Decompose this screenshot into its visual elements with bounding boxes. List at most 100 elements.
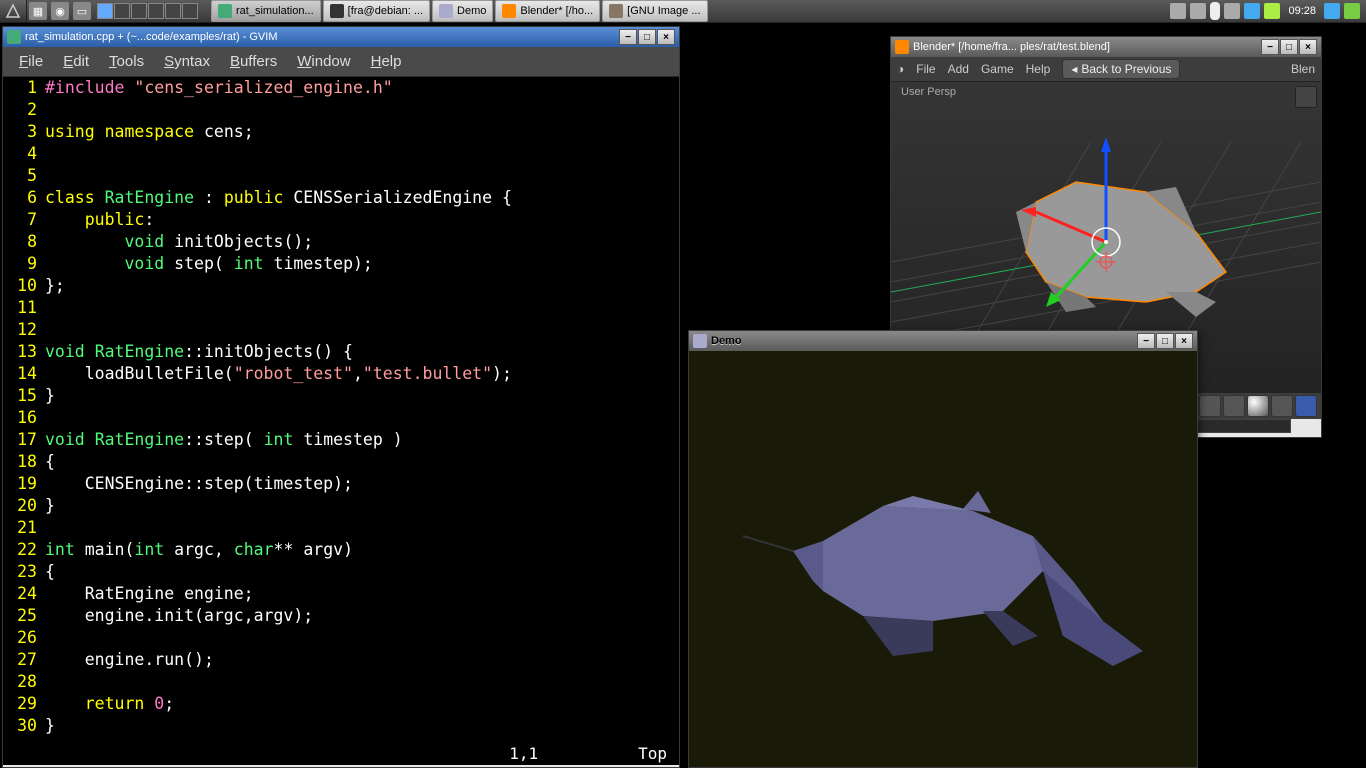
maximize-button[interactable]: □ [638,29,656,45]
task-label: [fra@debian: ... [348,5,423,17]
start-menu-icon[interactable] [0,0,27,22]
volume-icon[interactable] [1224,3,1240,19]
menu-file[interactable]: File [9,51,53,72]
line-number: 8 [3,231,45,253]
editor-area[interactable]: 1#include "cens_serialized_engine.h"23us… [3,77,679,765]
line-number: 2 [3,99,45,121]
temp-icon[interactable] [1210,2,1220,20]
wifi-icon[interactable] [1170,3,1186,19]
task-icon [502,4,516,18]
demo-viewport[interactable] [689,351,1197,767]
code-line: 9 void step( int timestep); [3,253,679,275]
maximize-button[interactable]: □ [1156,333,1174,349]
line-number: 20 [3,495,45,517]
menu-window[interactable]: Window [287,51,360,72]
code-content [45,407,679,429]
footer-btn[interactable] [1271,395,1293,417]
line-number: 7 [3,209,45,231]
taskbar-task[interactable]: rat_simulation... [211,0,321,22]
menu-add[interactable]: Add [948,62,969,76]
close-button[interactable]: × [1175,333,1193,349]
logout-icon[interactable] [1324,3,1340,19]
menu-help[interactable]: Help [361,51,412,72]
clock[interactable]: 09:28 [1284,5,1320,17]
minimize-button[interactable]: − [1261,39,1279,55]
menu-file[interactable]: File [916,62,935,76]
demo-titlebar[interactable]: Demo − □ × [689,331,1197,351]
code-line: 23{ [3,561,679,583]
filemanager-icon[interactable]: ▦ [29,2,47,20]
menu-tools[interactable]: Tools [99,51,154,72]
line-number: 10 [3,275,45,297]
code-line: 24 RatEngine engine; [3,583,679,605]
task-label: rat_simulation... [236,5,314,17]
minimize-button[interactable]: − [619,29,637,45]
code-content: engine.init(argc,argv); [45,605,679,627]
gvim-titlebar[interactable]: rat_simulation.cpp + (~...code/examples/… [3,27,679,47]
code-line: 20} [3,495,679,517]
task-icon [439,4,453,18]
code-line: 17void RatEngine::step( int timestep ) [3,429,679,451]
code-line: 25 engine.init(argc,argv); [3,605,679,627]
taskbar-task[interactable]: Demo [432,0,493,22]
code-line: 12 [3,319,679,341]
code-line: 15} [3,385,679,407]
battery-icon[interactable] [1264,3,1280,19]
scene-label[interactable]: Blen [1291,62,1315,76]
code-content: int main(int argc, char** argv) [45,539,679,561]
network-icon[interactable] [1190,3,1206,19]
viewport-plus-icon[interactable] [1295,86,1317,108]
line-number: 22 [3,539,45,561]
footer-btn[interactable] [1223,395,1245,417]
task-label: Blender* [/ho... [520,5,593,17]
browser-icon[interactable]: ◉ [51,2,69,20]
blender-titlebar[interactable]: Blender* [/home/fra... ples/rat/test.ble… [891,37,1321,57]
close-button[interactable]: × [1299,39,1317,55]
line-number: 6 [3,187,45,209]
pager[interactable] [93,3,202,19]
menu-buffers[interactable]: Buffers [220,51,287,72]
code-content: using namespace cens; [45,121,679,143]
code-content: loadBulletFile("robot_test","test.bullet… [45,363,679,385]
task-icon [609,4,623,18]
taskbar-task[interactable]: Blender* [/ho... [495,0,600,22]
footer-btn[interactable] [1295,395,1317,417]
back-button[interactable]: ◂Back to Previous [1062,59,1180,79]
taskbar-task[interactable]: [fra@debian: ... [323,0,430,22]
code-content: void step( int timestep); [45,253,679,275]
line-number: 3 [3,121,45,143]
close-button[interactable]: × [657,29,675,45]
desktop-icon[interactable]: ▭ [73,2,91,20]
line-number: 17 [3,429,45,451]
code-line: 11 [3,297,679,319]
taskbar-task[interactable]: [GNU Image ... [602,0,707,22]
maximize-button[interactable]: □ [1280,39,1298,55]
task-label: [GNU Image ... [627,5,700,17]
minimize-button[interactable]: − [1137,333,1155,349]
shading-sphere-icon[interactable] [1247,395,1269,417]
line-number: 16 [3,407,45,429]
menu-syntax[interactable]: Syntax [154,51,220,72]
menu-edit[interactable]: Edit [53,51,99,72]
code-content: public: [45,209,679,231]
line-number: 13 [3,341,45,363]
footer-btn[interactable] [1199,395,1221,417]
code-content [45,143,679,165]
menu-game[interactable]: Game [981,62,1014,76]
code-content: engine.run(); [45,649,679,671]
code-line: 29 return 0; [3,693,679,715]
exit-icon[interactable] [1344,3,1360,19]
editor-type-icon[interactable]: ◑ [897,62,904,76]
code-content: return 0; [45,693,679,715]
gvim-window: rat_simulation.cpp + (~...code/examples/… [2,26,680,768]
update-icon[interactable] [1244,3,1260,19]
code-line: 22int main(int argc, char** argv) [3,539,679,561]
code-content [45,99,679,121]
code-line: 27 engine.run(); [3,649,679,671]
line-number: 9 [3,253,45,275]
code-line: 19 CENSEngine::step(timestep); [3,473,679,495]
menu-help[interactable]: Help [1026,62,1051,76]
line-number: 18 [3,451,45,473]
code-content [45,165,679,187]
code-content: void RatEngine::initObjects() { [45,341,679,363]
